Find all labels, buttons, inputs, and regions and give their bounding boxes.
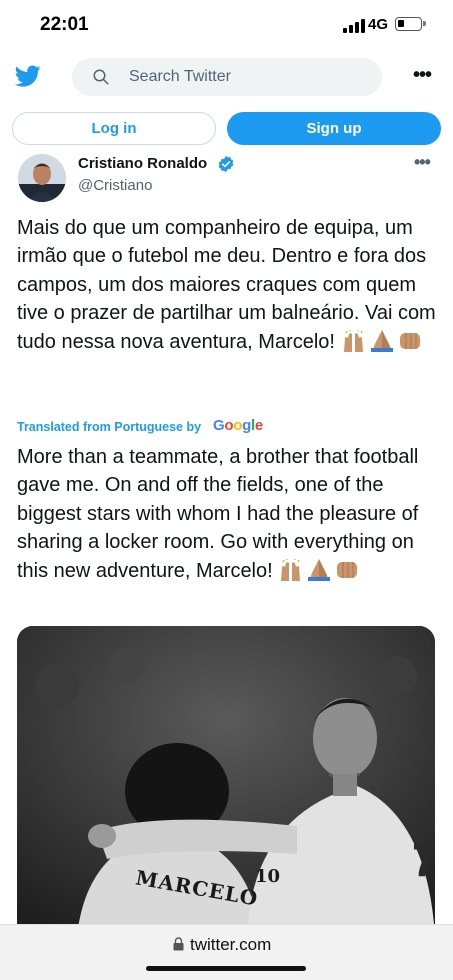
login-button[interactable]: Log in — [12, 112, 216, 145]
search-input[interactable]: Search Twitter — [72, 58, 382, 96]
translated-tweet-text: More than a teammate, a brother that foo… — [17, 443, 442, 589]
home-indicator[interactable] — [146, 966, 306, 971]
signup-button[interactable]: Sign up — [227, 112, 441, 145]
folded-hands-emoji-icon — [308, 558, 331, 581]
avatar[interactable] — [18, 154, 66, 202]
browser-address-bar[interactable]: twitter.com — [0, 924, 453, 980]
more-options-icon[interactable]: ••• — [413, 64, 432, 87]
author-name[interactable]: Cristiano Ronaldo — [78, 155, 207, 172]
tweet-emojis — [341, 329, 425, 360]
signal-strength-icon — [343, 19, 365, 33]
twitter-bird-icon[interactable] — [14, 63, 42, 89]
google-logo: Google — [213, 417, 263, 434]
author-handle[interactable]: @Cristiano — [78, 177, 152, 194]
verified-badge-icon — [218, 155, 234, 173]
translation-emojis — [278, 558, 362, 589]
top-bar: Search Twitter ••• — [0, 52, 453, 102]
tweet-more-icon[interactable]: ••• — [414, 152, 431, 173]
network-type: 4G — [368, 16, 389, 33]
jersey-number: 10 — [255, 866, 281, 887]
raising-hands-emoji-icon — [281, 558, 301, 581]
tweet-header: Cristiano Ronaldo @Cristiano ••• — [0, 152, 453, 202]
folded-hands-emoji-icon — [370, 329, 393, 352]
tweet-media-photo[interactable]: 7 MARCELO 10 — [17, 626, 435, 936]
search-icon — [93, 69, 109, 85]
auth-buttons: Log in Sign up — [0, 112, 453, 146]
oncoming-fist-emoji-icon — [337, 561, 358, 578]
tweet-text: Mais do que um companheiro de equipa, um… — [17, 214, 442, 360]
clock: 22:01 — [40, 14, 89, 35]
search-placeholder: Search Twitter — [129, 68, 231, 85]
status-bar: 22:01 4G — [0, 0, 453, 52]
url-label[interactable]: twitter.com — [190, 935, 271, 955]
lock-icon — [173, 937, 184, 951]
raising-hands-emoji-icon — [343, 329, 363, 352]
battery-icon — [395, 17, 426, 31]
translated-by-label[interactable]: Translated from Portuguese by — [17, 420, 201, 434]
oncoming-fist-emoji-icon — [399, 332, 420, 349]
svg-text:7: 7 — [412, 834, 435, 886]
